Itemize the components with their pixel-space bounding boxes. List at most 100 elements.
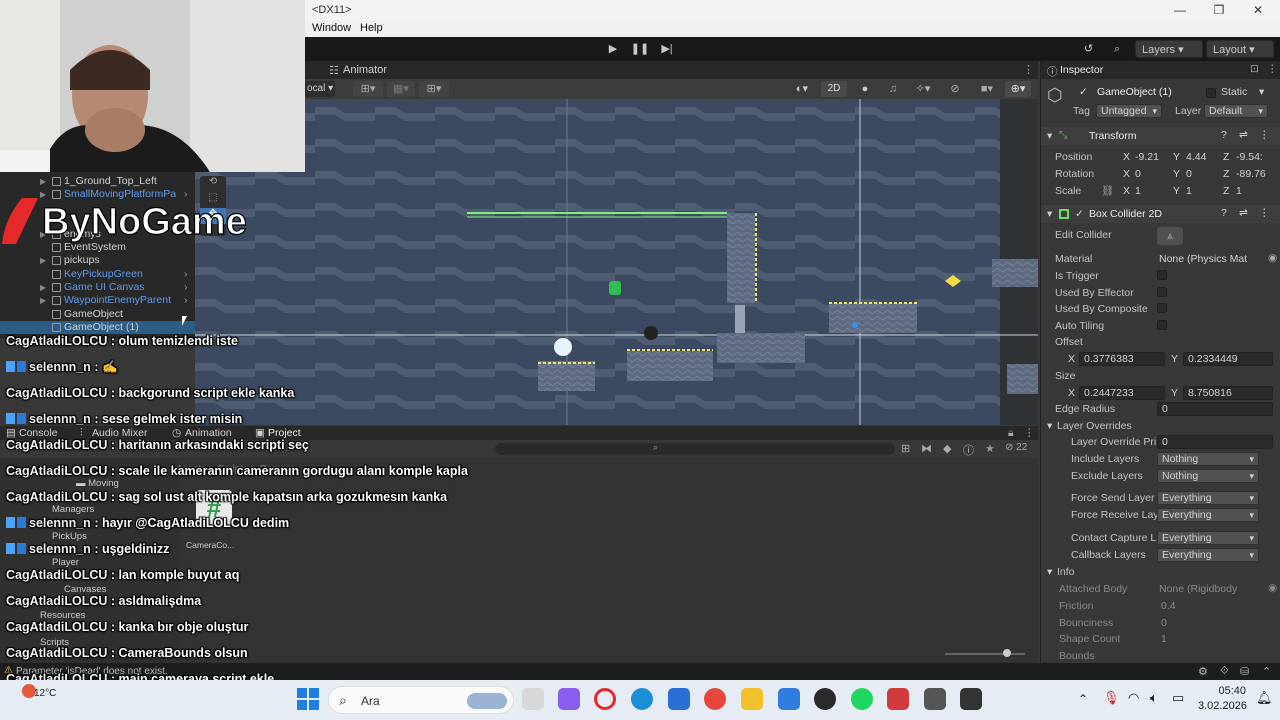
edge-radius-field[interactable]: 0 [1157, 402, 1273, 416]
position-x-field[interactable]: -9.21 [1135, 151, 1159, 163]
layer-dropdown[interactable]: Default [1204, 104, 1268, 118]
rotation-z-field[interactable]: -89.76 [1236, 168, 1266, 180]
offset-x-field[interactable]: 0.3776383 [1079, 352, 1165, 366]
menu-window[interactable]: Window [312, 22, 351, 34]
edge-icon[interactable] [631, 688, 653, 710]
favorite-icon[interactable]: ★ [985, 442, 995, 455]
github-icon[interactable] [814, 688, 836, 710]
tab-project[interactable]: Project [268, 427, 301, 439]
callback-layers-dropdown[interactable]: Everything [1157, 548, 1259, 562]
start-button[interactable] [297, 688, 319, 710]
minimize-icon[interactable]: — [1163, 0, 1197, 20]
size-x-field[interactable]: 0.2447233 [1079, 386, 1165, 400]
rotation-y-field[interactable]: 0 [1186, 168, 1192, 180]
debug-icon[interactable]: ⚙ [1198, 665, 1208, 678]
draw-mode-icon[interactable]: ◐▾ [789, 81, 815, 97]
maximize-icon[interactable]: ❐ [1202, 0, 1236, 20]
hierarchy-item[interactable]: GameObject [0, 308, 195, 321]
grid-icon[interactable]: ▦▾ [387, 81, 415, 97]
unity-hub-icon[interactable] [924, 688, 946, 710]
copilot-icon[interactable] [558, 688, 580, 710]
exclude-layers-dropdown[interactable]: Nothing [1157, 469, 1259, 483]
layer-overrides-label[interactable]: Layer Overrides [1057, 420, 1132, 432]
preset-icon[interactable]: ⇌ [1239, 207, 1248, 219]
tab-audio-mixer[interactable]: Audio Mixer [92, 427, 147, 439]
lighting-icon[interactable]: ● [857, 81, 873, 97]
hierarchy-item[interactable]: ▶ Game UI Canvas › [0, 281, 195, 294]
used-by-effector-checkbox[interactable] [1157, 287, 1167, 297]
status-message[interactable]: Parameter 'isDead' does not exist. [16, 666, 168, 677]
filter-icon[interactable]: ⧓ [921, 442, 932, 455]
more-icon[interactable]: ⋮ [1259, 129, 1270, 141]
play-icon[interactable]: ▶ [602, 40, 624, 58]
force-send-layers-dropdown[interactable]: Everything [1157, 491, 1259, 505]
info-icon[interactable]: ⓘ [963, 442, 974, 458]
hierarchy-item[interactable]: ▶ WaypointEnemyParent › [0, 294, 195, 307]
hierarchy-item-selected[interactable]: GameObject (1) [0, 321, 195, 334]
more-icon[interactable]: ⋮ [1259, 207, 1270, 219]
create-icon[interactable]: ⊞ [901, 442, 910, 455]
visibility-icon[interactable]: ⊘ [945, 81, 965, 97]
opera-icon[interactable] [594, 688, 616, 710]
taskbar-search-input[interactable]: ⌕ Ara [328, 686, 514, 714]
tab-inspector[interactable]: Inspector [1060, 64, 1103, 76]
layer-overrides-collapse-icon[interactable]: ▾ [1047, 420, 1052, 432]
project-search-input[interactable]: ⌕ [495, 442, 895, 455]
is-trigger-checkbox[interactable] [1157, 270, 1167, 280]
material-field[interactable]: None (Physics Mat [1159, 253, 1247, 265]
lock-icon[interactable]: ⊡ [1250, 63, 1259, 75]
unity-editor-icon[interactable] [960, 688, 982, 710]
chrome-icon[interactable] [704, 688, 726, 710]
folder-item[interactable]: Managers [52, 504, 94, 515]
layer-override-priority-field[interactable]: 0 [1157, 435, 1273, 449]
battery-icon[interactable]: ▭ [1172, 690, 1184, 706]
preset-icon[interactable]: ⇌ [1239, 129, 1248, 141]
scale-z-field[interactable]: 1 [1236, 185, 1242, 197]
rotation-x-field[interactable]: 0 [1135, 168, 1141, 180]
lock-icon[interactable]: 🔒︎ [1008, 427, 1014, 440]
grid-snap-icon[interactable]: ⊞▾ [353, 81, 383, 97]
scale-x-field[interactable]: 1 [1135, 185, 1141, 197]
zoom-slider[interactable] [945, 649, 1025, 657]
mode-2d-toggle[interactable]: 2D [821, 81, 847, 97]
position-y-field[interactable]: 4.44 [1186, 151, 1206, 163]
csharp-script-icon[interactable]: # [196, 490, 232, 526]
pause-icon[interactable]: ❚❚ [629, 40, 651, 58]
spotify-icon[interactable] [851, 688, 873, 710]
outlook-icon[interactable] [778, 688, 800, 710]
info-label[interactable]: Info [1057, 566, 1075, 578]
wifi-icon[interactable]: ◠ [1128, 690, 1139, 706]
local-dropdown[interactable]: ocal ▾ [305, 81, 335, 97]
position-z-field[interactable]: -9.54: [1236, 151, 1263, 163]
auto-tiling-checkbox[interactable] [1157, 320, 1167, 330]
folder-item[interactable]: Scripts [40, 637, 69, 648]
object-picker-icon[interactable]: ◉ [1268, 252, 1277, 264]
scene-view[interactable] [195, 99, 1038, 425]
volume-icon[interactable]: 🔈︎ [1150, 690, 1158, 706]
transform-header[interactable]: ▾ ⤡ Transform ? ⇌ ⋮ [1041, 127, 1280, 145]
hierarchy-item[interactable]: ▶ pickups [0, 254, 195, 267]
menu-help[interactable]: Help [360, 22, 383, 34]
more-icon[interactable]: ⋮ [1024, 427, 1035, 439]
microphone-icon[interactable]: 🎙︎ [1103, 690, 1120, 706]
help-icon[interactable]: ? [1221, 129, 1227, 141]
folder-item[interactable]: PickUps [52, 531, 87, 542]
network-icon[interactable]: ⟐ [1220, 665, 1229, 678]
label-icon[interactable]: ◆ [943, 442, 951, 455]
layout-dropdown[interactable]: Layout ▾ [1206, 40, 1274, 58]
tag-dropdown[interactable]: Untagged [1096, 104, 1162, 118]
search-icon[interactable]: ⌕ [1114, 40, 1128, 58]
help-icon[interactable]: ? [1221, 207, 1227, 219]
increment-snap-icon[interactable]: ⊞▾ [419, 81, 449, 97]
audio-icon[interactable]: ♫ [885, 81, 901, 97]
collapse-icon[interactable]: ⌃ [1262, 665, 1271, 678]
close-icon[interactable]: ✕ [1241, 0, 1275, 20]
folder-item[interactable]: ▬ Moving [76, 478, 119, 489]
file-explorer-icon[interactable] [741, 688, 763, 710]
collapse-icon[interactable]: ▾ [1047, 208, 1052, 220]
app-icon[interactable] [887, 688, 909, 710]
store-icon[interactable] [668, 688, 690, 710]
weather-widget[interactable]: 12°C [6, 684, 56, 716]
more-icon[interactable]: ⋮ [1023, 63, 1034, 76]
contact-capture-dropdown[interactable]: Everything [1157, 531, 1259, 545]
